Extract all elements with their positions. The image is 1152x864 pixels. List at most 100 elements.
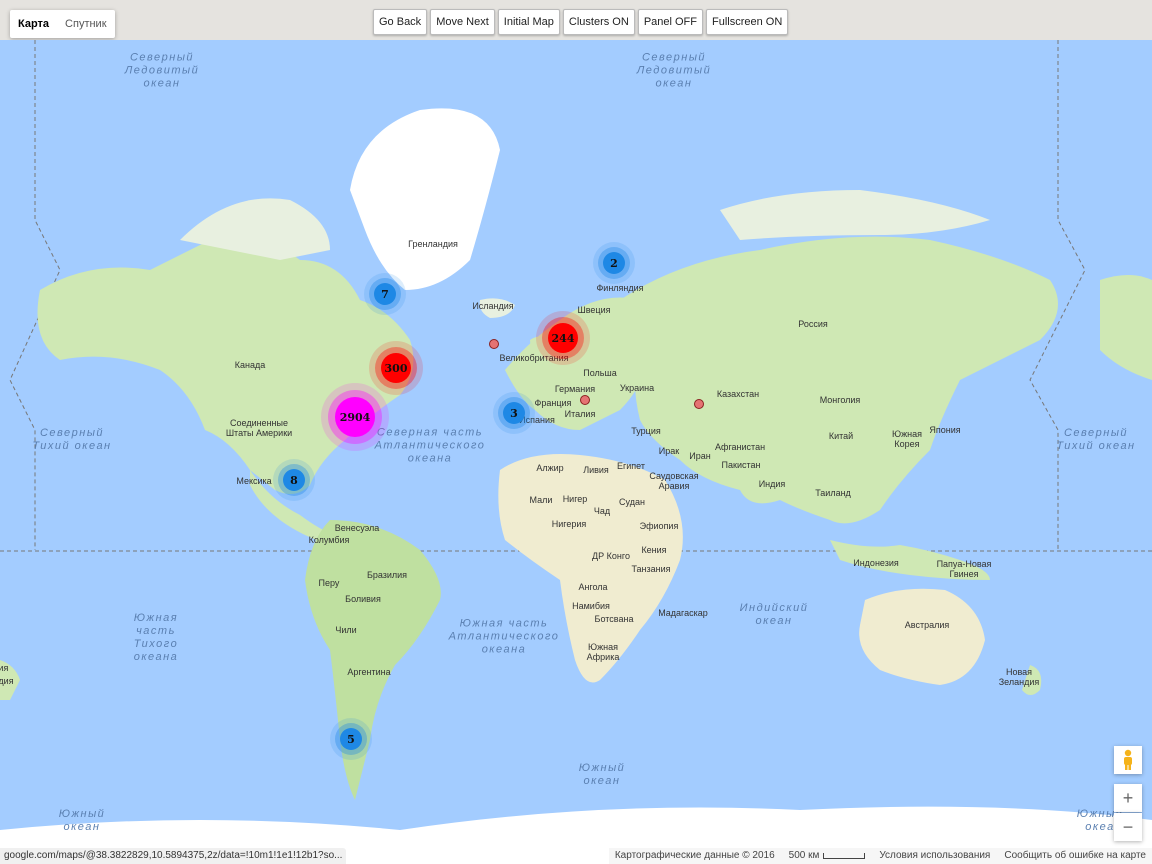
cluster-count: 2 [610,256,618,270]
ocean-label-southern-left: Южный океан [58,808,106,833]
map-type-map-button[interactable]: Карта [10,10,57,38]
country-label: Австралия [904,620,950,630]
country-label: Нигер [562,494,588,504]
clusters-toggle-button[interactable]: Clusters ON [562,9,635,35]
cluster-count: 3 [510,406,518,420]
status-url: google.com/maps/@38.3822829,10.5894375,2… [0,848,347,864]
country-label: Эфиопия [639,521,679,531]
cluster-marker[interactable]: 2 [603,252,625,274]
country-label: Чили [335,625,357,635]
country-label: Финляндия [596,283,644,293]
ocean-label-atlantic-south: Южная часть Атлантического океана [448,617,560,656]
country-label: Ботсвана [594,614,634,624]
country-label: Индонезия [853,558,899,568]
country-label: Исландия [472,301,514,311]
scale-label: 500 км [788,850,820,861]
country-label: Папуа-Новая Гвинея [936,559,992,579]
country-label: Ливия [583,465,609,475]
country-label: Кения [641,545,667,555]
cluster-count: 2904 [339,410,371,424]
country-label: Колумбия [308,535,350,545]
ocean-label-southern: Южный океан [578,762,626,787]
fullscreen-toggle-button[interactable]: Fullscreen ON [706,9,789,35]
map-canvas[interactable]: Северный Ледовитый океан Северный Ледови… [0,40,1152,864]
country-label: Перу [318,578,340,588]
country-label: Швеция [577,305,611,315]
report-error-link[interactable]: Сообщить об ошибке на карте [1004,848,1146,864]
cluster-marker[interactable]: 3 [503,402,525,424]
cluster-marker[interactable]: 2904 [335,397,375,437]
country-label: Мексика [236,476,272,486]
panel-toggle-button[interactable]: Panel OFF [637,9,703,35]
country-label: Боливия [345,594,381,604]
cluster-count: 244 [551,331,575,345]
ocean-label-pacific-north-left: Северный Тихий океан [32,427,112,452]
country-label: Саудовская Аравия [649,471,699,491]
cluster-marker[interactable]: 7 [374,283,396,305]
ocean-label-atlantic-north: Северная часть Атлантического океана [374,426,486,465]
country-label: Россия [798,319,828,329]
country-label: Индия [758,479,786,489]
cluster-count: 300 [384,361,408,375]
location-marker[interactable] [489,339,499,349]
country-label: Намибия [572,601,610,611]
country-label: Венесуэла [334,523,380,533]
country-label: Ангола [578,582,608,592]
ocean-label-arctic-right: Северный Ледовитый океан [636,51,712,90]
country-label: Турция [631,426,661,436]
country-label: Мадагаскар [658,608,708,618]
scale-bar[interactable]: 500 км [789,848,866,864]
country-label: Бразилия [366,570,408,580]
terms-link[interactable]: Условия использования [879,848,990,864]
cluster-marker[interactable]: 5 [340,728,362,750]
country-label: Великобритания [499,353,569,363]
cluster-marker[interactable]: 244 [548,323,578,353]
country-label: Аргентина [347,667,391,677]
initial-map-button[interactable]: Initial Map [497,9,560,35]
cluster-count: 8 [290,473,298,487]
scale-line [823,853,866,859]
world-basemap [0,40,1152,864]
ocean-label-pacific-south: Южная часть Тихого океана [133,612,179,663]
cluster-marker[interactable]: 8 [283,469,305,491]
country-label: Гренландия [408,239,458,249]
country-label: Франция [534,398,572,408]
ocean-label-indian: Индийский океан [739,602,809,627]
location-marker[interactable] [580,395,590,405]
country-label: Германия [554,384,596,394]
go-back-button[interactable]: Go Back [373,9,428,35]
country-label: Мали [529,495,553,505]
country-label: ДР Конго [592,551,630,561]
country-label-cut: ия дия [0,663,14,686]
country-label: Соединенные Штаты Америки [225,418,293,438]
zoom-out-button[interactable]: − [1114,813,1142,841]
ocean-label-pacific-north-right: Северный Тихий океан [1056,427,1136,452]
move-next-button[interactable]: Move Next [430,9,495,35]
zoom-in-button[interactable]: + [1114,784,1142,812]
street-view-pegman[interactable] [1114,746,1142,774]
country-label: Пакистан [721,460,761,470]
map-type-satellite-button[interactable]: Спутник [57,10,114,38]
country-label: Украина [619,383,655,393]
country-label: Китай [828,431,854,441]
country-label: Таиланд [815,488,851,498]
country-label: Канада [234,360,266,370]
country-label: Польша [583,368,617,378]
cluster-marker[interactable]: 300 [381,353,411,383]
country-label: Испания [519,415,555,425]
cluster-count: 5 [347,732,355,746]
country-label: Италия [564,409,596,419]
country-label: Алжир [536,463,564,473]
country-label: Афганистан [714,442,766,452]
ocean-label-arctic-left: Северный Ледовитый океан [124,51,200,90]
country-label: Казахстан [716,389,760,399]
country-label: Южная Африка [586,642,620,662]
location-marker[interactable] [694,399,704,409]
country-label: Монголия [819,395,861,405]
cluster-count: 7 [381,287,389,301]
country-label: Иран [689,451,711,461]
country-label: Ирак [658,446,680,456]
custom-controls: Go Back Move Next Initial Map Clusters O… [373,9,789,35]
top-toolbar: Карта Спутник Go Back Move Next Initial … [0,0,1152,40]
map-footer: Картографические данные © 2016 500 км Ус… [608,848,1152,864]
